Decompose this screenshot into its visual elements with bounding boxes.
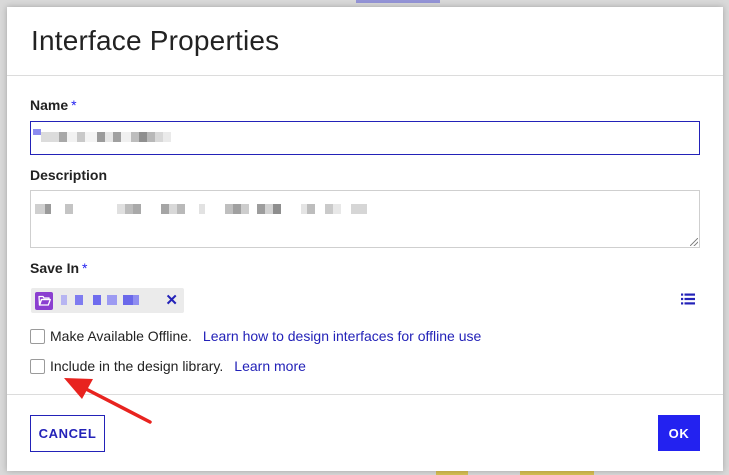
dialog-footer: CANCEL OK bbox=[7, 394, 723, 471]
list-icon[interactable] bbox=[681, 292, 695, 305]
folder-open-icon bbox=[35, 291, 53, 310]
cancel-button[interactable]: CANCEL bbox=[30, 415, 105, 452]
description-label: Description bbox=[30, 167, 108, 183]
interface-properties-dialog: Interface Properties Name * Description … bbox=[7, 7, 723, 471]
required-marker: * bbox=[71, 97, 77, 113]
required-marker: * bbox=[82, 260, 88, 276]
save-in-label: Save In * bbox=[30, 260, 87, 276]
resize-handle[interactable] bbox=[690, 238, 698, 246]
name-label-text: Name bbox=[30, 97, 69, 113]
offline-option-row: Make Available Offline. Learn how to des… bbox=[30, 328, 481, 344]
name-input[interactable] bbox=[30, 121, 700, 155]
description-value-redacted bbox=[35, 204, 367, 214]
design-library-checkbox[interactable] bbox=[30, 358, 45, 374]
background-tab-indicator bbox=[356, 0, 440, 3]
name-input-value-redacted bbox=[33, 129, 171, 142]
ok-button[interactable]: OK bbox=[658, 415, 700, 451]
description-textarea[interactable] bbox=[30, 190, 700, 248]
name-label: Name * bbox=[30, 97, 77, 113]
save-in-label-text: Save In bbox=[30, 260, 80, 276]
offline-checkbox[interactable] bbox=[30, 328, 45, 344]
offline-learn-link[interactable]: Learn how to design interfaces for offli… bbox=[203, 328, 481, 344]
selected-folder-chip[interactable]: ✕ bbox=[31, 288, 184, 313]
design-library-label: Include in the design library. bbox=[50, 358, 224, 374]
close-icon[interactable]: ✕ bbox=[165, 292, 178, 309]
offline-label: Make Available Offline. bbox=[50, 328, 192, 344]
folder-name-redacted bbox=[61, 295, 139, 305]
dialog-body: Name * Description Save In * ✕ Make Avai… bbox=[7, 76, 723, 394]
dialog-title: Interface Properties bbox=[31, 25, 280, 56]
design-library-learn-more-link[interactable]: Learn more bbox=[234, 358, 306, 374]
design-library-option-row: Include in the design library. Learn mor… bbox=[30, 358, 306, 374]
dialog-header: Interface Properties bbox=[7, 7, 723, 76]
